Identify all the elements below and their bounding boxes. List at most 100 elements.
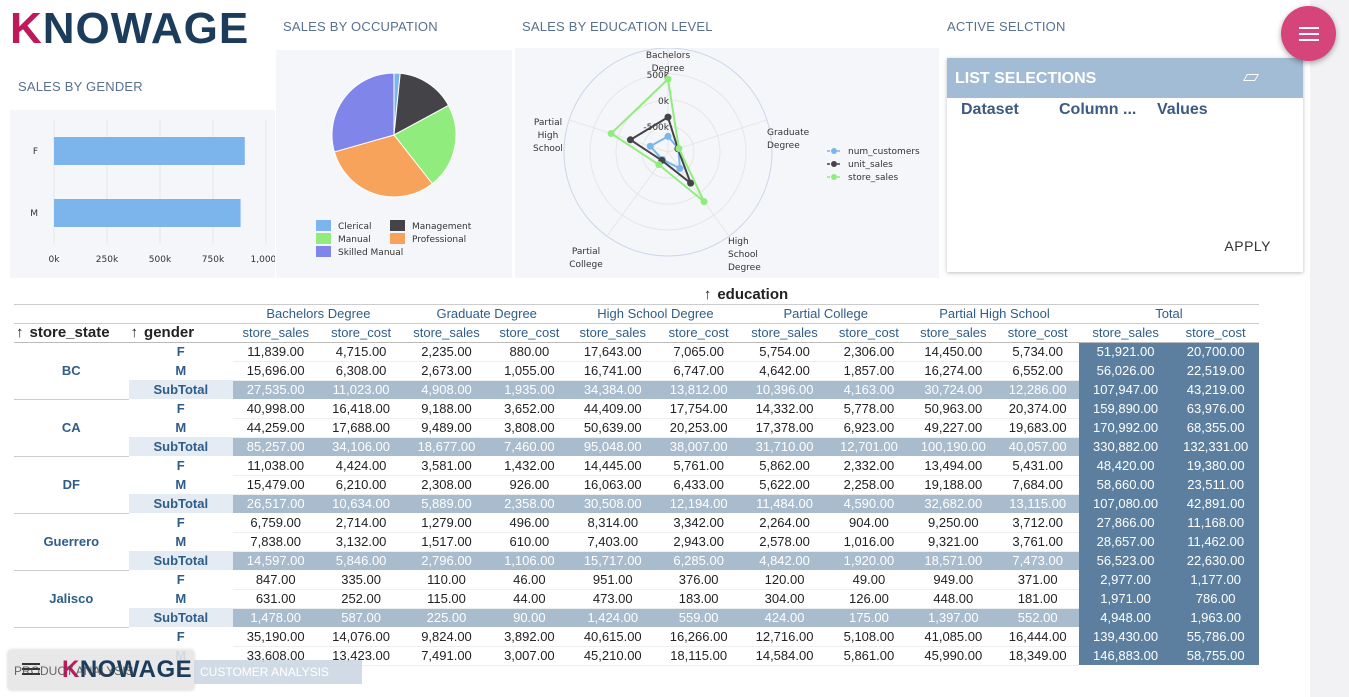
radar-legend-marker [831, 148, 837, 154]
measure-header: store_cost [655, 323, 742, 343]
subtotal-row: SubTotal 85,257.00 34,106.00 18,677.00 7,460… [14, 437, 1259, 456]
total-cell: 58,755.00 [1172, 646, 1259, 665]
value-cell: 183.00 [655, 589, 742, 609]
value-cell: 3,652.00 [489, 399, 570, 419]
value-cell: 34,384.00 [569, 380, 656, 399]
apply-button[interactable]: APPLY [1224, 238, 1271, 254]
taskbar-tab[interactable]: CUSTOMER ANALYSIS [194, 660, 362, 684]
value-cell: 115.00 [403, 589, 490, 609]
title-sales-by-education: SALES BY EDUCATION LEVEL [522, 19, 713, 34]
degree-header[interactable]: High School Degree [569, 303, 742, 324]
subtotal-label: SubTotal [128, 437, 234, 456]
degree-header[interactable]: Partial High School [910, 303, 1079, 324]
value-cell: 110.00 [403, 570, 490, 590]
pivot-table-widget: ↑ education Bachelors Degree Graduate Degre… [14, 285, 1259, 697]
radar-axis-label: Degree [652, 64, 685, 74]
pivot-body: ↑ education Bachelors Degree Graduate Degre… [14, 285, 1259, 666]
value-cell: 40,998.00 [233, 399, 319, 419]
total-cell: 330,882.00 [1078, 437, 1173, 456]
knowage-logo: K NOWAGE [10, 7, 249, 51]
value-cell: 4,424.00 [318, 456, 404, 476]
value-cell: 371.00 [996, 570, 1079, 590]
value-cell: 4,642.00 [741, 361, 828, 381]
value-cell: 304.00 [741, 589, 828, 609]
value-cell: 559.00 [655, 608, 742, 627]
radar-point-store_sales [607, 130, 615, 138]
value-cell: 38,007.00 [655, 437, 742, 456]
value-cell: 14,584.00 [741, 646, 828, 666]
radar-point-store_sales [700, 198, 708, 206]
gender-bar-chart[interactable]: 0k 250k 500k 750k 1,000k F M [10, 110, 282, 278]
total-cell: 43,219.00 [1172, 380, 1259, 399]
radar-point-store_sales [675, 144, 683, 152]
taskbar-document-label[interactable]: PRODUCT ANALYSIS [14, 664, 134, 678]
measure-header: store_cost [996, 323, 1079, 343]
value-cell: 3,132.00 [318, 532, 404, 552]
value-cell: 2,796.00 [403, 551, 490, 570]
radar-legend-marker [831, 174, 837, 180]
title-active-selection: ACTIVE SELCTION [947, 19, 1066, 34]
value-cell: 11,484.00 [741, 494, 828, 513]
radar-axis-label: Partial [534, 118, 562, 128]
value-cell: 7,684.00 [996, 475, 1079, 495]
radar-legend-label: num_customers [848, 147, 920, 157]
total-cell: 11,168.00 [1172, 513, 1259, 532]
value-cell: 5,734.00 [996, 342, 1079, 362]
value-cell: 85,257.00 [233, 437, 319, 456]
state-cell: DF [14, 456, 129, 514]
sort-arrow-icon[interactable]: ↑ [131, 324, 139, 341]
value-cell: 5,861.00 [827, 646, 911, 666]
pivot-table: ↑ education Bachelors Degree Graduate Degre… [14, 285, 1259, 666]
value-cell: 631.00 [233, 589, 319, 609]
value-cell: 3,007.00 [489, 646, 570, 666]
dashboard-page: K NOWAGE SALES BY GENDER SALES BY OCCUPAT… [0, 0, 1349, 697]
value-cell: 424.00 [741, 608, 828, 627]
value-cell: 2,714.00 [318, 513, 404, 533]
value-cell: 19,683.00 [996, 418, 1079, 438]
gender-cell: M [175, 591, 187, 606]
total-cell: 28,657.00 [1078, 532, 1173, 551]
pie-legend-label: Manual [338, 235, 371, 245]
radar-legend-label: store_sales [848, 173, 899, 183]
education-radar-chart[interactable]: -500k0k500kBachelorsDegreeGraduateDegree… [515, 47, 939, 278]
degree-header[interactable]: Bachelors Degree [233, 303, 404, 324]
row-field-gender[interactable]: ↑ gender [128, 323, 234, 343]
degree-header[interactable]: Total [1078, 303, 1259, 324]
value-cell: 496.00 [489, 513, 570, 533]
col-column: Column ... [1059, 101, 1137, 118]
value-cell: 3,892.00 [489, 627, 570, 647]
degree-header[interactable]: Graduate Degree [403, 303, 570, 324]
value-cell: 1,279.00 [403, 513, 490, 533]
table-row: M 44,259.00 17,688.00 9,489.00 3,808.00 50,63… [14, 418, 1259, 438]
column-field-education[interactable]: ↑ education [233, 285, 1259, 304]
subtotal-row: SubTotal 26,517.00 10,634.00 5,889.00 2,358.… [14, 494, 1259, 513]
value-cell: 30,724.00 [910, 380, 997, 399]
value-cell: 6,210.00 [318, 475, 404, 495]
value-cell: 7,403.00 [569, 532, 656, 552]
menu-fab-button[interactable] [1281, 6, 1336, 61]
sort-arrow-icon[interactable]: ↑ [704, 286, 712, 303]
subtotal-label: SubTotal [128, 494, 234, 513]
value-cell: 1,432.00 [489, 456, 570, 476]
selections-card: LIST SELECTIONS Dataset Column ... Value… [947, 58, 1303, 272]
pie-legend-swatch [390, 233, 405, 244]
degree-header[interactable]: Partial College [741, 303, 911, 324]
value-cell: 18,677.00 [403, 437, 490, 456]
pie-legend-swatch [316, 233, 331, 244]
radar-axis-label: Degree [767, 141, 800, 151]
subtotal-label: SubTotal [128, 608, 234, 627]
sort-arrow-icon[interactable]: ↑ [16, 324, 24, 341]
eraser-icon[interactable] [1242, 74, 1260, 81]
total-cell: 48,420.00 [1078, 456, 1173, 475]
total-cell: 58,660.00 [1078, 475, 1173, 494]
value-cell: 16,266.00 [655, 627, 742, 647]
value-cell: 10,634.00 [318, 494, 404, 513]
radar-axis-label: School [728, 250, 758, 260]
table-row: M 15,479.00 6,210.00 2,308.00 926.00 16,063.0… [14, 475, 1259, 495]
value-cell: 951.00 [569, 570, 656, 590]
occupation-pie-chart[interactable]: Clerical Management Manual Professional Skil… [276, 50, 512, 278]
value-cell: 15,479.00 [233, 475, 319, 495]
value-cell: 12,701.00 [827, 437, 911, 456]
row-field-store-state[interactable]: ↑ store_state [14, 323, 129, 343]
subtotal-row: SubTotal 14,597.00 5,846.00 2,796.00 1,106.0… [14, 551, 1259, 570]
